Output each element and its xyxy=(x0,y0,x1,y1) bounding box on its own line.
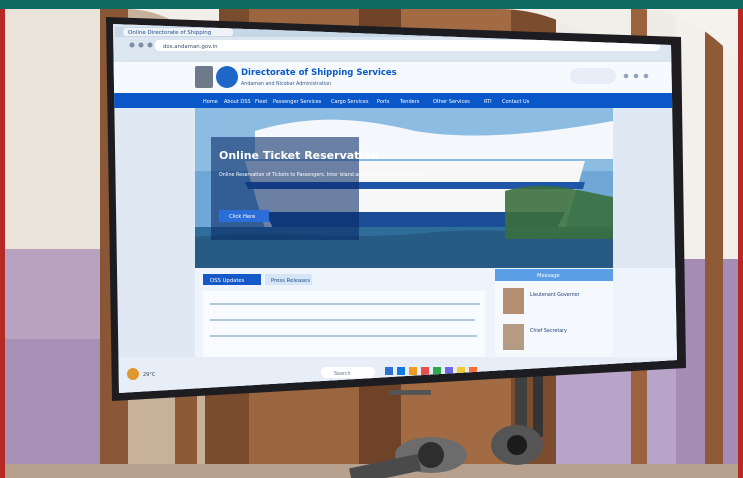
search-icon[interactable] xyxy=(633,73,639,79)
header-bar xyxy=(0,0,743,9)
updates-list xyxy=(203,291,485,361)
screen-content: Online Directorate of Shipping dos.andam… xyxy=(113,24,677,393)
ship-logo xyxy=(570,68,616,84)
nav-item-contact[interactable]: Contact Us xyxy=(502,99,530,105)
taskbar-app-icon[interactable] xyxy=(409,367,417,375)
right-border xyxy=(738,9,743,478)
dss-logo xyxy=(216,66,238,88)
weather-text: 29°C xyxy=(143,372,156,378)
browser-tab-label: Online Directorate of Shipping xyxy=(128,30,211,36)
official-name-2: Chief Secretary xyxy=(530,328,567,334)
nav-item-rti[interactable]: RTI xyxy=(484,99,492,105)
nav-item-ports[interactable]: Ports xyxy=(377,99,390,105)
official-photo-1 xyxy=(503,288,524,314)
back-icon[interactable] xyxy=(129,42,135,48)
language-icon[interactable] xyxy=(643,73,649,79)
taskbar-search-label: Search xyxy=(334,371,350,377)
refresh-icon[interactable] xyxy=(147,42,153,48)
nav-item-about[interactable]: About DSS xyxy=(224,99,251,105)
official-photo-2 xyxy=(503,324,524,350)
taskbar-app-icon[interactable] xyxy=(385,367,393,375)
nav-item-home[interactable]: Home xyxy=(203,99,218,105)
tab-dss-updates-label: DSS Updates xyxy=(210,278,245,284)
address-bar-text: dos.andaman.gov.in xyxy=(163,44,218,50)
photo-frame: Online Directorate of Shipping dos.andam… xyxy=(0,0,743,478)
hero-heading: Online Ticket Reservation xyxy=(219,149,379,162)
taskbar-app-icon[interactable] xyxy=(397,367,405,375)
nav-item-other-services[interactable]: Other Services xyxy=(433,99,470,105)
weather-icon xyxy=(127,368,139,380)
television: Online Directorate of Shipping dos.andam… xyxy=(106,17,686,401)
nav-item-tenders[interactable]: Tenders xyxy=(399,99,420,105)
site-title: Directorate of Shipping Services xyxy=(241,68,397,78)
main-nav xyxy=(113,93,677,108)
taskbar-app-icon[interactable] xyxy=(421,367,429,375)
accessibility-icon[interactable] xyxy=(623,73,629,79)
nav-item-passenger-services[interactable]: Passenger Services xyxy=(273,99,322,105)
nav-item-fleet[interactable]: Fleet xyxy=(255,99,267,105)
photo-scene: Online Directorate of Shipping dos.andam… xyxy=(5,9,738,478)
emblem-logo xyxy=(195,66,213,88)
official-name-1: Lieutenant Governor xyxy=(530,292,580,298)
nav-item-cargo-services[interactable]: Cargo Services xyxy=(331,99,369,105)
tv-logo-bar xyxy=(389,390,431,395)
site-subtitle: Andaman and Nicobar Administration xyxy=(241,81,331,87)
tab-press-releases-label: Press Releases xyxy=(271,278,310,284)
taskbar-app-icon[interactable] xyxy=(433,367,441,375)
hero-text: Online Reservation of Tickets to Passeng… xyxy=(219,172,424,178)
forward-icon[interactable] xyxy=(138,42,144,48)
click-here-button-label: Click Here xyxy=(229,214,255,220)
message-header-label: Message xyxy=(537,273,560,279)
